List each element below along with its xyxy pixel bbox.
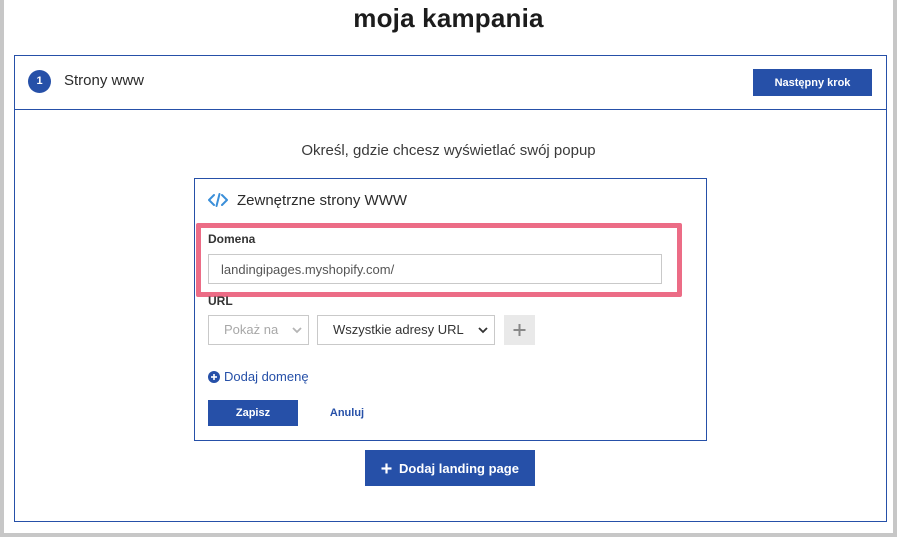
add-domain-link[interactable]: Dodaj domenę [208,369,309,384]
cancel-button[interactable]: Anuluj [318,400,376,426]
plus-icon [381,463,392,473]
url-scope-select[interactable]: Wszystkie adresy URL [317,315,495,345]
show-on-select[interactable]: Pokaż na [208,315,309,345]
chevron-down-icon [292,327,302,334]
instruction-text: Określ, gdzie chcesz wyświetlać swój pop… [301,142,596,159]
add-domain-label: Dodaj domenę [224,369,309,384]
show-on-select-value: Pokaż na [224,322,279,337]
next-step-button[interactable]: Następny krok [753,69,872,96]
save-button[interactable]: Zapisz [208,400,298,426]
step-header: 1 Strony www Następny krok [15,56,886,110]
add-url-rule-button[interactable] [504,315,535,345]
plus-circle-icon [208,370,220,383]
plus-icon [513,324,526,336]
step-title: Strony www [64,72,145,89]
page-title: moja kampania [353,3,544,33]
code-icon [208,193,228,207]
url-label: URL [208,294,233,308]
domain-input[interactable] [208,254,662,284]
panel-title: Zewnętrzne strony WWW [237,192,408,209]
url-scope-select-value: Wszystkie adresy URL [333,322,464,337]
domain-label: Domena [208,232,256,246]
add-landing-page-label: Dodaj landing page [399,460,519,476]
step-number-badge: 1 [28,70,51,93]
chevron-down-icon [478,327,488,334]
add-landing-page-button[interactable]: Dodaj landing page [365,450,535,486]
